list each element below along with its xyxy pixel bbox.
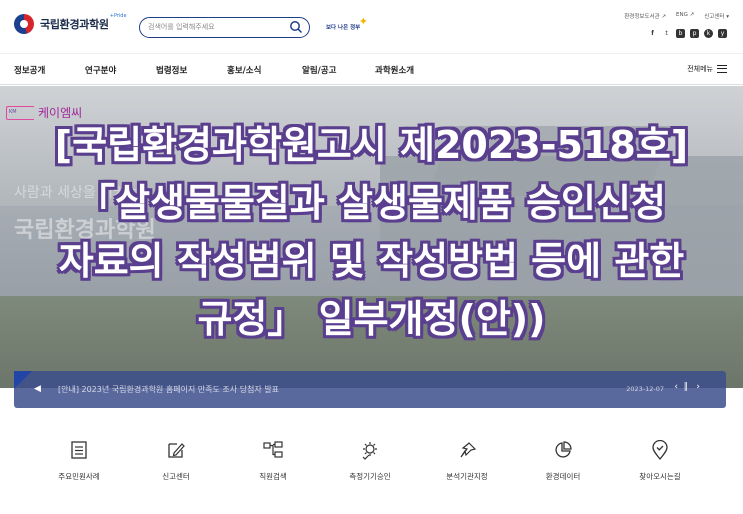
util-link-report-center[interactable]: 신고센터 ▾ [704, 12, 729, 20]
site-logo[interactable]: 국립환경과학원 +Pride [14, 13, 127, 34]
nav-item-notice[interactable]: 알림/공고 [302, 64, 336, 76]
twitter-icon[interactable]: t [662, 29, 671, 38]
pie-chart-icon [555, 441, 572, 458]
post-icon[interactable]: p [690, 29, 699, 38]
megaphone-icon: ◀ [34, 384, 41, 394]
overlay-line: 규정」 일부개정(안)) [197, 297, 546, 341]
notice-flag [14, 371, 32, 389]
quick-item-lab-designation[interactable]: 분석기관지정 [422, 440, 512, 482]
notice-date: 2023-12-07 [626, 385, 664, 393]
kakao-icon[interactable]: k [704, 29, 713, 38]
quick-item-label: 주요민원사례 [58, 472, 100, 481]
logo-badge: +Pride [109, 13, 127, 19]
notice-text[interactable]: [안내] 2023년 국립환경과학원 홈페이지 만족도 조사 당첨자 발표 [58, 384, 279, 395]
quick-item-label: 찾아오시는길 [639, 472, 681, 481]
sns-links: f t b p k y [648, 29, 727, 38]
prev-button[interactable]: ‹ [674, 382, 678, 392]
pencil-box-icon [168, 443, 185, 458]
logo-text: 국립환경과학원 [40, 18, 109, 31]
star-icon: ✦ [358, 15, 368, 28]
overlay-line: [국립환경과학원고시 제2023-518호] [54, 123, 689, 167]
quick-item-label: 신고센터 [162, 472, 190, 481]
util-link-library[interactable]: 환경정보도서관 ↗ [624, 12, 666, 20]
search-box [139, 17, 310, 38]
slogan-logo: 보다 나은 정부 ✦ [324, 15, 368, 37]
gear-check-icon [362, 442, 377, 460]
quick-item-label: 환경데이터 [545, 472, 581, 481]
all-menu-button[interactable]: 전체메뉴 [687, 64, 727, 74]
nav-item-info-disclosure[interactable]: 정보공개 [14, 64, 45, 76]
pin-icon [460, 442, 477, 458]
search-input[interactable] [148, 20, 286, 34]
quick-item-env-data[interactable]: 환경데이터 [518, 440, 608, 482]
quick-menu: 주요민원사례 신고센터 직원검색 측정기기승인 분석기관지정 환경데이터 찾아오… [0, 440, 743, 500]
hamburger-icon [717, 65, 727, 73]
notice-bar[interactable]: ◀ [안내] 2023년 국립환경과학원 홈페이지 만족도 조사 당첨자 발표 … [14, 371, 726, 408]
overlay-line: 「살생물물질과 살생물제품 승인신청 [77, 181, 666, 225]
slogan-text: 보다 나은 정부 [326, 25, 361, 31]
facebook-icon[interactable]: f [648, 29, 657, 38]
quick-item-label: 분석기관지정 [446, 472, 488, 481]
quick-item-device-approval[interactable]: 측정기기승인 [325, 440, 415, 482]
main-nav: 정보공개 연구분야 법령정보 홍보/소식 알림/공고 과학원소개 전체메뉴 [0, 53, 743, 85]
quick-item-complaints[interactable]: 주요민원사례 [34, 440, 124, 482]
pause-button[interactable]: ∥ [684, 382, 689, 392]
nav-item-law[interactable]: 법령정보 [156, 64, 187, 76]
youtube-icon[interactable]: y [718, 29, 727, 38]
blog-icon[interactable]: b [676, 29, 685, 38]
util-link-english[interactable]: ENG ↗ [676, 12, 694, 20]
quick-item-staff-search[interactable]: 직원검색 [228, 440, 318, 482]
nav-item-about[interactable]: 과학원소개 [375, 64, 414, 76]
overlay-caption: [국립환경과학원고시 제2023-518호] 「살생물물질과 살생물제품 승인신… [0, 116, 743, 348]
next-button[interactable]: › [696, 382, 700, 392]
org-chart-icon [263, 441, 283, 458]
overlay-line: 자료의 작성범위 및 작성방법 등에 관한 [58, 239, 685, 283]
quick-item-label: 측정기기승인 [349, 472, 391, 481]
search-icon[interactable] [289, 20, 303, 34]
quick-item-report-center[interactable]: 신고센터 [131, 440, 221, 482]
quick-item-directions[interactable]: 찾아오시는길 [615, 440, 705, 482]
all-menu-label: 전체메뉴 [687, 65, 713, 73]
document-list-icon [71, 441, 87, 459]
emblem-icon [14, 14, 34, 34]
nav-item-research[interactable]: 연구분야 [85, 64, 116, 76]
location-pin-icon [652, 440, 668, 460]
utility-links: 환경정보도서관 ↗ ENG ↗ 신고센터 ▾ [624, 12, 729, 20]
site-header: 국립환경과학원 +Pride 보다 나은 정부 ✦ 환경정보도서관 ↗ ENG … [0, 0, 743, 52]
quick-item-label: 직원검색 [259, 472, 287, 481]
nav-item-pr[interactable]: 홍보/소식 [227, 64, 261, 76]
